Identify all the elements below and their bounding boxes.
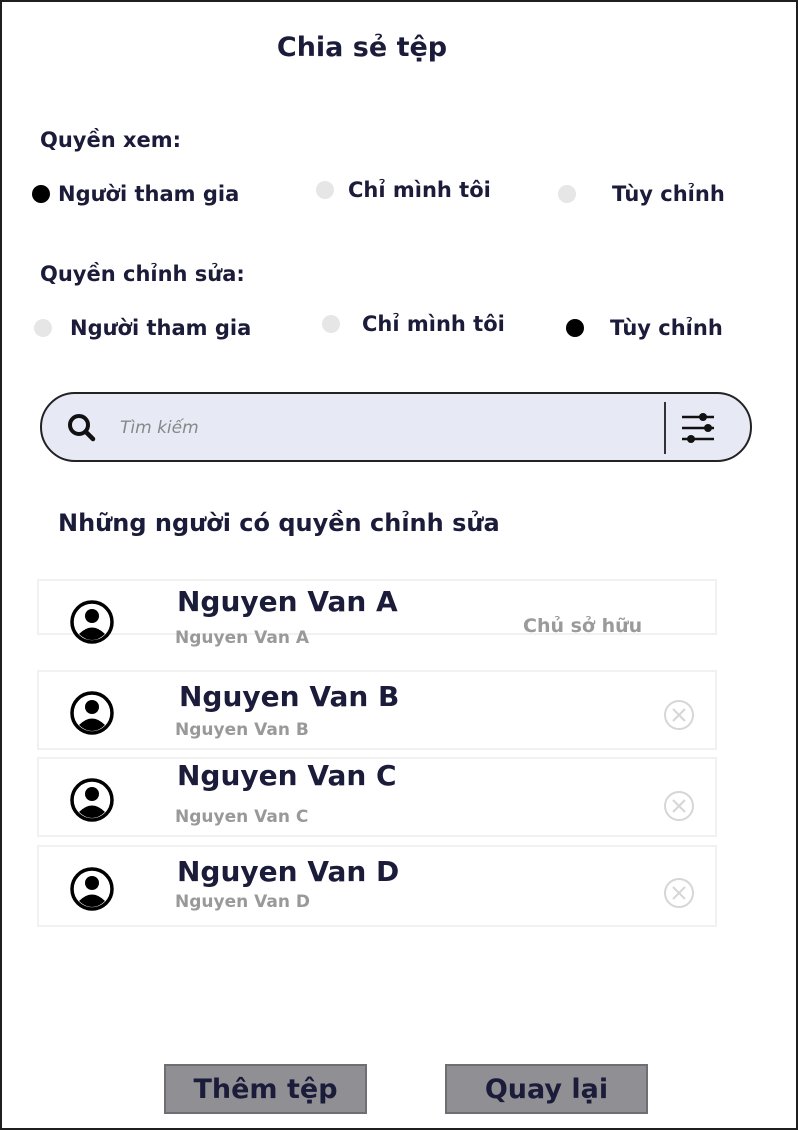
- editor-row: Nguyen Van B Nguyen Van B: [37, 670, 717, 750]
- editor-name: Nguyen Van B: [179, 680, 400, 713]
- radio-selected-icon: [32, 185, 50, 203]
- search-bar: [40, 392, 752, 462]
- radio-selected-icon: [566, 319, 584, 337]
- editor-subtitle: Nguyen Van D: [175, 892, 310, 912]
- view-option-participants[interactable]: Người tham gia: [32, 182, 239, 206]
- editor-subtitle: Nguyen Van C: [175, 807, 309, 827]
- edit-permission-label: Quyền chỉnh sửa:: [40, 262, 245, 286]
- radio-unselected-icon: [558, 185, 576, 203]
- editor-row: Nguyen Van D Nguyen Van D: [37, 845, 717, 927]
- add-file-button[interactable]: Thêm tệp: [164, 1064, 367, 1114]
- user-circle-icon: [70, 867, 114, 911]
- search-input[interactable]: [120, 414, 640, 442]
- editor-name: Nguyen Van D: [177, 855, 400, 888]
- close-circle-icon[interactable]: [661, 697, 697, 733]
- editors-heading: Những người có quyền chỉnh sửa: [58, 509, 500, 537]
- edit-permission-options: Người tham gia Chỉ mình tôi Tùy chỉnh: [2, 312, 798, 352]
- editor-row: Nguyen Van C Nguyen Van C: [37, 757, 717, 837]
- view-permission-label: Quyền xem:: [40, 128, 182, 152]
- search-divider: [664, 402, 666, 454]
- user-circle-icon: [70, 600, 114, 644]
- editor-row-owner: Nguyen Van A Nguyen Van A Chủ sở hữu: [37, 579, 717, 648]
- search-icon[interactable]: [64, 410, 100, 446]
- view-option-only-me[interactable]: Chỉ mình tôi: [316, 178, 491, 202]
- sliders-icon[interactable]: [678, 408, 718, 448]
- view-option-label: Tùy chỉnh: [612, 182, 725, 206]
- view-option-custom[interactable]: Tùy chỉnh: [558, 182, 725, 206]
- owner-badge: Chủ sở hữu: [523, 615, 643, 637]
- editor-name: Nguyen Van A: [177, 585, 398, 618]
- editor-name: Nguyen Van C: [177, 759, 397, 792]
- edit-option-only-me[interactable]: Chỉ mình tôi: [322, 312, 505, 336]
- user-circle-icon: [70, 778, 114, 822]
- back-button[interactable]: Quay lại: [445, 1064, 648, 1114]
- editor-subtitle: Nguyen Van A: [175, 628, 310, 648]
- editor-subtitle: Nguyen Van B: [175, 720, 309, 740]
- view-permission-options: Người tham gia Chỉ mình tôi Tùy chỉnh: [2, 178, 798, 218]
- user-circle-icon: [70, 691, 114, 735]
- close-circle-icon[interactable]: [661, 875, 697, 911]
- view-option-label: Người tham gia: [58, 182, 240, 206]
- edit-option-label: Tùy chỉnh: [610, 316, 723, 340]
- radio-unselected-icon: [34, 319, 52, 337]
- page-title: Chia sẻ tệp: [276, 32, 448, 63]
- view-option-label: Chỉ mình tôi: [348, 178, 491, 202]
- edit-option-label: Chỉ mình tôi: [362, 312, 505, 336]
- share-file-dialog: Chia sẻ tệp Quyền xem: Người tham gia Ch…: [0, 0, 798, 1130]
- edit-option-participants[interactable]: Người tham gia: [34, 316, 251, 340]
- radio-unselected-icon: [316, 181, 334, 199]
- edit-option-label: Người tham gia: [70, 316, 252, 340]
- edit-option-custom[interactable]: Tùy chỉnh: [566, 316, 723, 340]
- radio-unselected-icon: [322, 315, 340, 333]
- close-circle-icon[interactable]: [661, 788, 697, 824]
